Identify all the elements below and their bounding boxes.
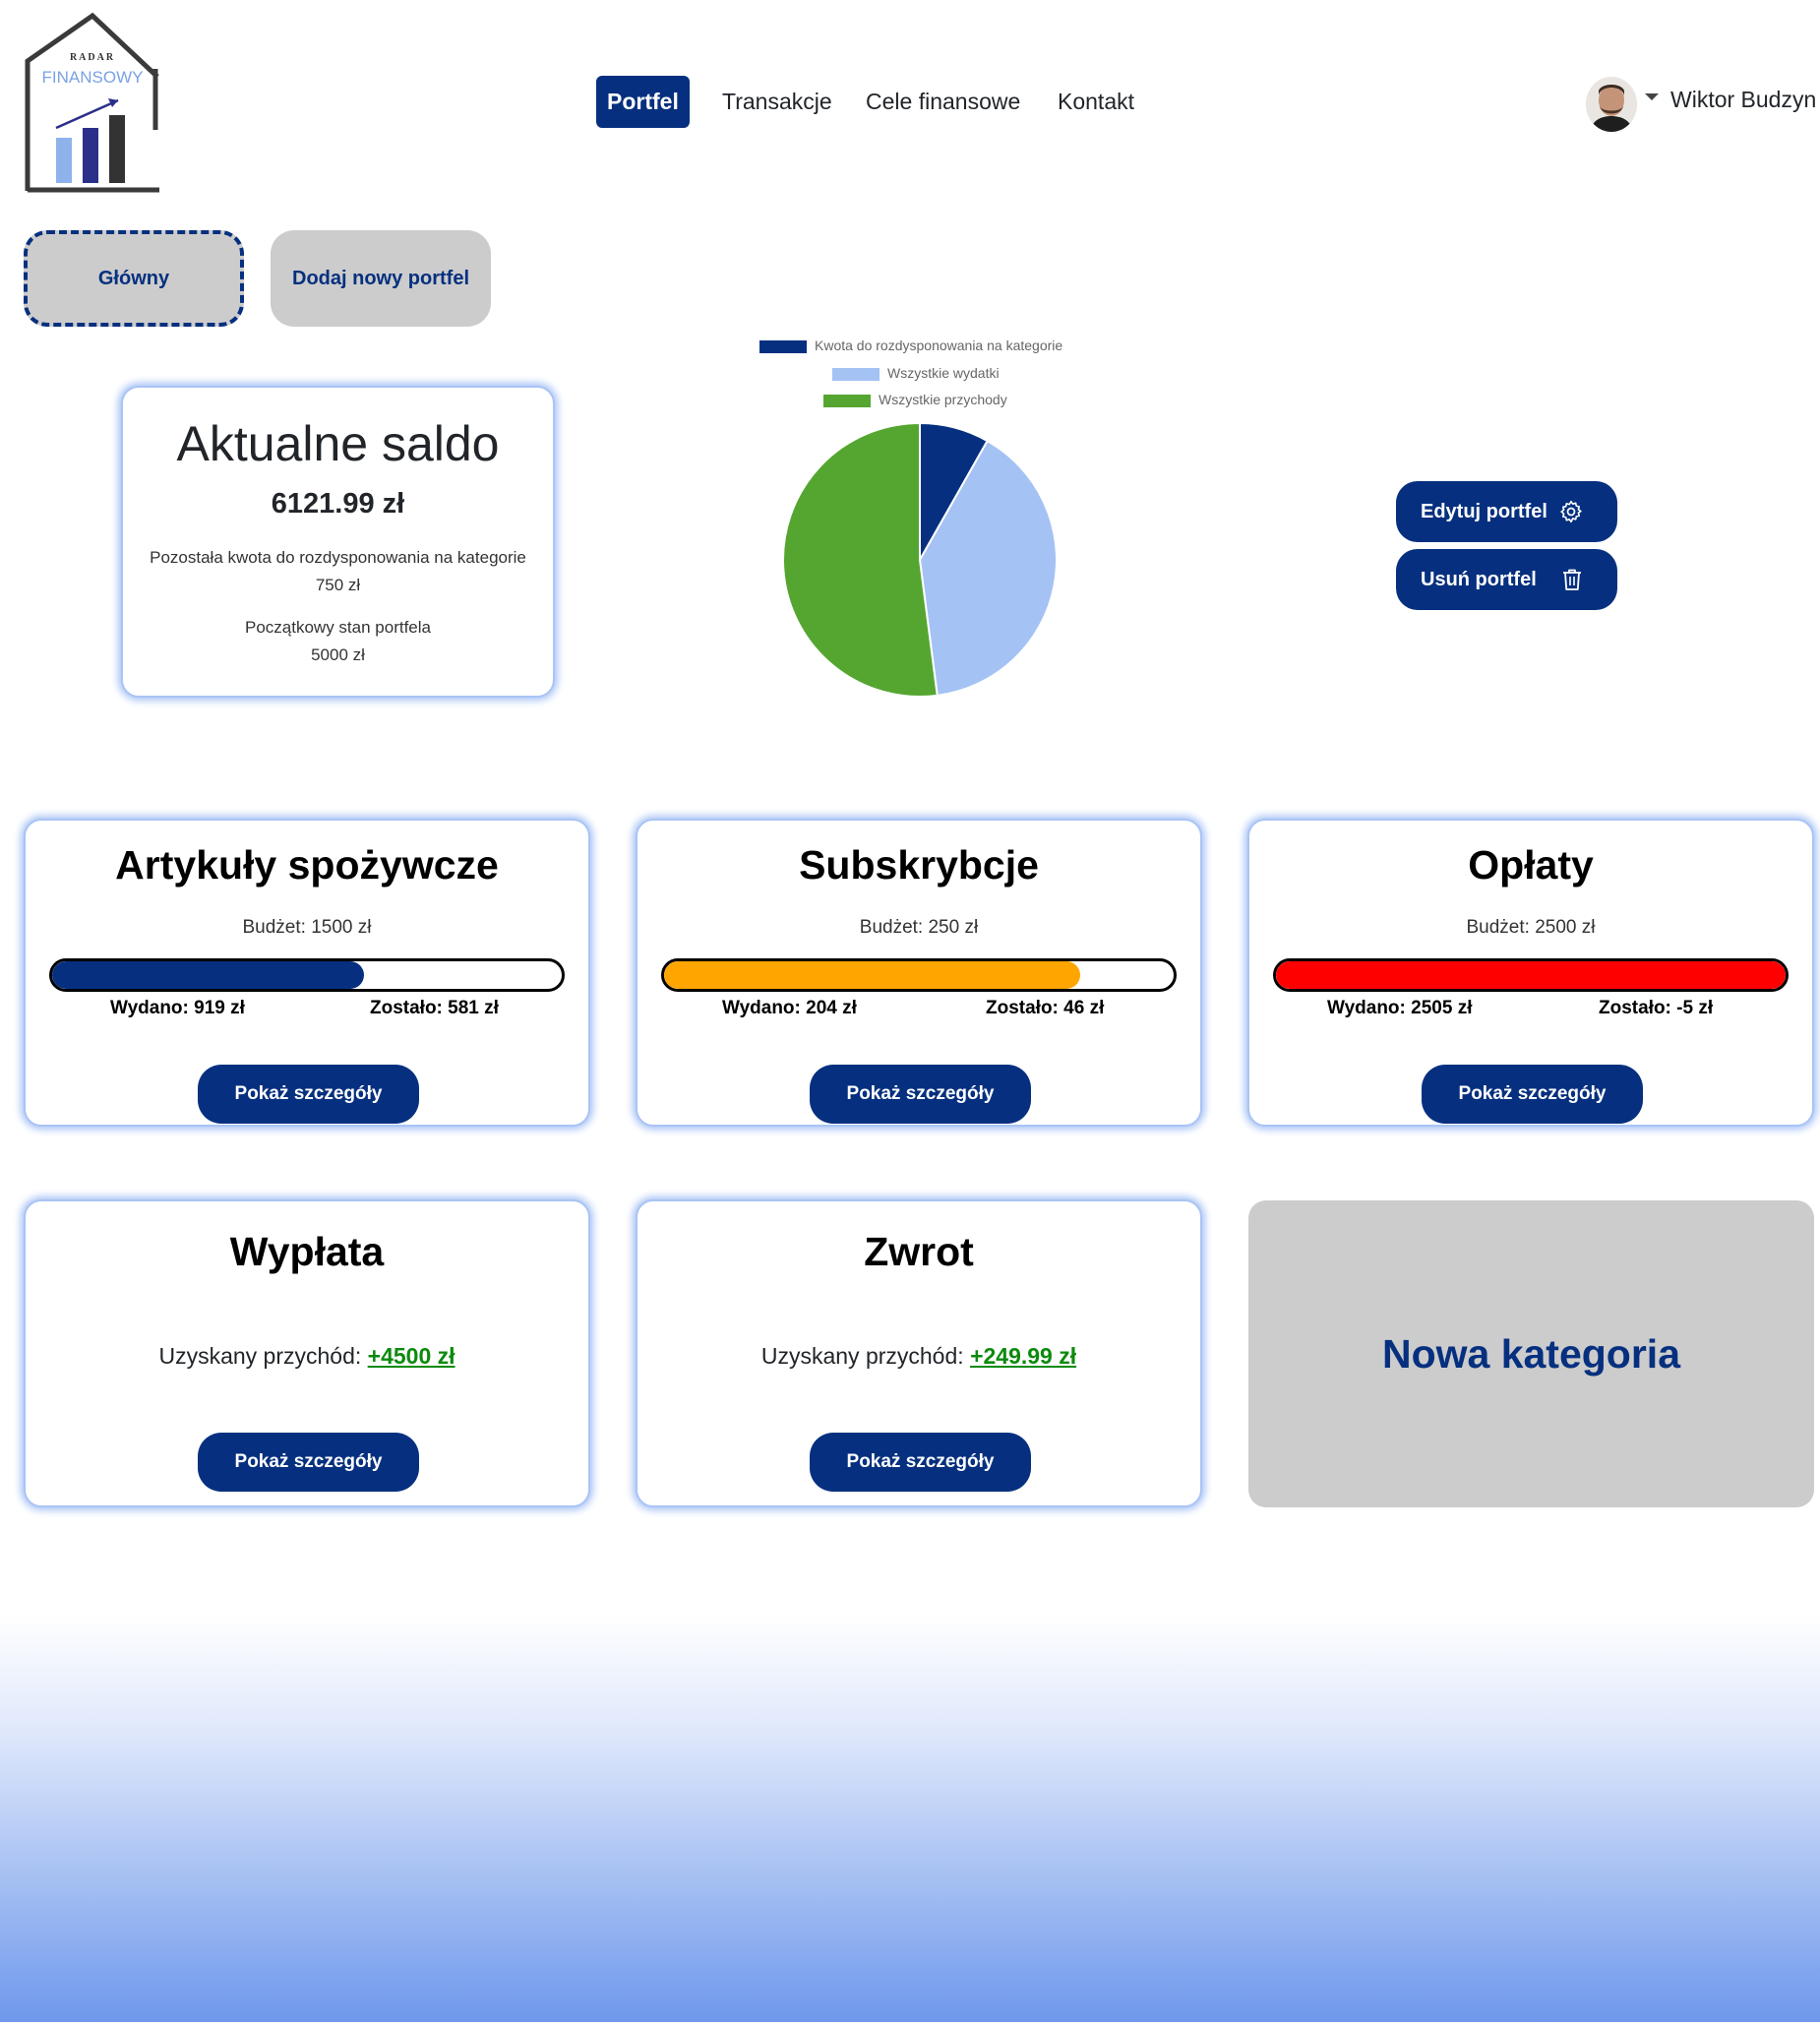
- delete-wallet-label: Usuń portfel: [1421, 568, 1537, 590]
- add-wallet-button[interactable]: Dodaj nowy portfel: [271, 230, 491, 327]
- svg-text:RADAR: RADAR: [70, 52, 115, 63]
- remaining-amount: Zostało: 46 zł: [986, 998, 1105, 1018]
- category-card-subscriptions: Subskrybcje Budżet: 250 zł Wydano: 204 z…: [636, 819, 1202, 1127]
- avatar[interactable]: [1586, 77, 1637, 132]
- income-line: Uzyskany przychód: +4500 zł: [26, 1343, 588, 1370]
- show-details-button[interactable]: Pokaż szczegóły: [198, 1065, 419, 1124]
- nav-transakcje[interactable]: Transakcje: [711, 76, 843, 128]
- show-details-button[interactable]: Pokaż szczegóły: [1422, 1065, 1643, 1124]
- trash-icon: [1563, 569, 1581, 590]
- income-title: Zwrot: [864, 1229, 974, 1274]
- budget-progress-fill: [52, 961, 365, 989]
- spent-amount: Wydano: 919 zł: [110, 998, 245, 1018]
- legend-label-unallocated[interactable]: Kwota do rozdysponowania na kategorie: [815, 337, 1062, 353]
- edit-wallet-button[interactable]: Edytuj portfel: [1396, 481, 1617, 542]
- nav-cele-finansowe[interactable]: Cele finansowe: [855, 76, 1031, 128]
- income-value[interactable]: +4500 zł: [368, 1343, 455, 1369]
- income-card-refund: Zwrot Uzyskany przychód: +249.99 zł Poka…: [636, 1199, 1202, 1507]
- initial-label: Początkowy stan portfela: [245, 618, 431, 637]
- logo[interactable]: RADAR FINANSOWY: [24, 12, 161, 194]
- income-label: Uzyskany przychód:: [158, 1343, 362, 1369]
- balance-amount: 6121.99 zł: [271, 488, 405, 520]
- pie-chart[interactable]: [777, 417, 1062, 703]
- chevron-down-icon[interactable]: [1645, 93, 1659, 100]
- pie-slice-income[interactable]: [782, 421, 939, 698]
- wallet-main-button[interactable]: Główny: [24, 230, 244, 327]
- spent-amount: Wydano: 204 zł: [722, 998, 857, 1018]
- category-budget: Budżet: 1500 zł: [242, 917, 372, 938]
- remaining-value: 750 zł: [315, 576, 361, 594]
- delete-wallet-button[interactable]: Usuń portfel: [1396, 549, 1617, 610]
- budget-progress-fill: [664, 961, 1080, 989]
- svg-text:FINANSOWY: FINANSOWY: [42, 68, 144, 87]
- income-title: Wypłata: [229, 1229, 385, 1274]
- logo-house-chart-icon: RADAR FINANSOWY: [25, 12, 159, 193]
- nav-portfel[interactable]: Portfel: [596, 76, 690, 128]
- nav-kontakt[interactable]: Kontakt: [1047, 76, 1145, 128]
- category-budget: Budżet: 2500 zł: [1466, 917, 1596, 938]
- edit-wallet-label: Edytuj portfel: [1421, 500, 1547, 522]
- spent-amount: Wydano: 2505 zł: [1327, 998, 1473, 1018]
- income-line: Uzyskany przychód: +249.99 zł: [637, 1343, 1200, 1370]
- legend-swatch-income: [823, 395, 871, 407]
- income-card-salary: Wypłata Uzyskany przychód: +4500 zł Poka…: [24, 1199, 590, 1507]
- legend-label-income[interactable]: Wszystkie przychody: [879, 392, 1007, 407]
- show-details-button[interactable]: Pokaż szczegóły: [810, 1065, 1031, 1124]
- gear-icon: [1560, 500, 1582, 523]
- budget-progress-bar: [49, 958, 565, 992]
- show-details-button[interactable]: Pokaż szczegóły: [198, 1433, 419, 1492]
- balance-card: Aktualne saldo 6121.99 zł Pozostała kwot…: [121, 386, 555, 698]
- category-title: Artykuły spożywcze: [115, 842, 499, 888]
- category-title: Subskrybcje: [799, 842, 1039, 888]
- remaining-amount: Zostało: -5 zł: [1599, 998, 1714, 1018]
- balance-title: Aktualne saldo: [176, 416, 500, 471]
- category-title: Opłaty: [1468, 842, 1594, 888]
- new-category-button[interactable]: Nowa kategoria: [1248, 1200, 1814, 1507]
- user-photo-icon: [1586, 77, 1637, 132]
- income-value[interactable]: +249.99 zł: [970, 1343, 1076, 1369]
- legend-swatch-expenses: [832, 368, 880, 381]
- category-card-groceries: Artykuły spożywcze Budżet: 1500 zł Wydan…: [24, 819, 590, 1127]
- initial-value: 5000 zł: [311, 645, 365, 664]
- budget-progress-bar: [1273, 958, 1789, 992]
- category-budget: Budżet: 250 zł: [859, 917, 979, 938]
- category-card-fees: Opłaty Budżet: 2500 zł Wydano: 2505 zł Z…: [1247, 819, 1814, 1127]
- remaining-amount: Zostało: 581 zł: [370, 998, 499, 1018]
- legend-label-expenses[interactable]: Wszystkie wydatki: [887, 365, 1000, 381]
- remaining-label: Pozostała kwota do rozdysponowania na ka…: [150, 548, 526, 567]
- budget-progress-fill: [1276, 961, 1786, 989]
- show-details-button[interactable]: Pokaż szczegóły: [810, 1433, 1031, 1492]
- legend-swatch-unallocated: [759, 340, 807, 353]
- budget-progress-bar: [661, 958, 1177, 992]
- income-label: Uzyskany przychód:: [760, 1343, 964, 1369]
- user-name[interactable]: Wiktor Budzyn: [1670, 87, 1816, 113]
